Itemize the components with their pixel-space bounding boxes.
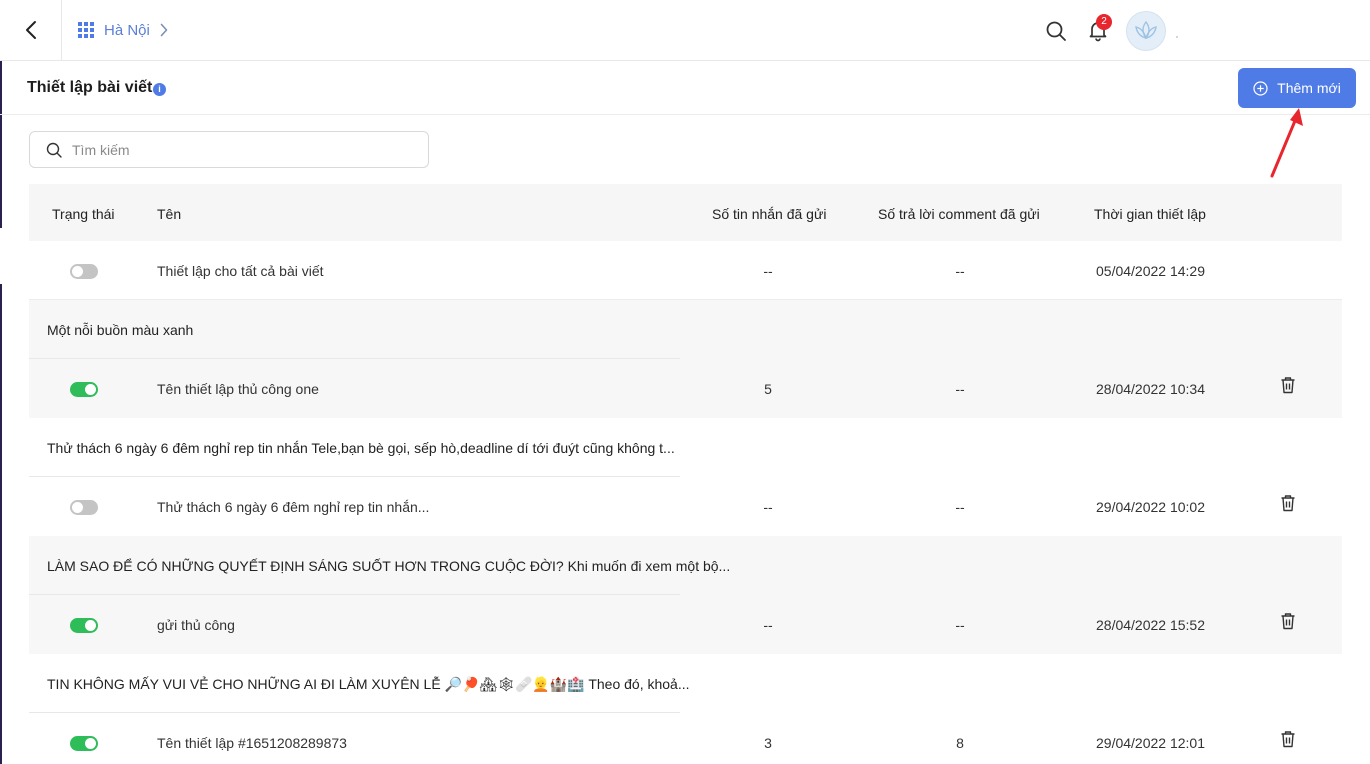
setting-name: Thiết lập cho tất cả bài viết <box>157 263 324 279</box>
avatar-indicator <box>1176 36 1178 38</box>
table-row[interactable]: Thiết lập cho tất cả bài viết -- -- 05/0… <box>29 241 1342 300</box>
status-toggle[interactable] <box>70 264 98 279</box>
column-status: Trạng thái <box>52 206 115 222</box>
settings-table: Trạng thái Tên Số tin nhắn đã gửi Số trả… <box>29 184 1342 764</box>
trash-icon[interactable] <box>1280 730 1296 748</box>
add-new-label: Thêm mới <box>1277 80 1341 96</box>
sent-count: -- <box>763 499 773 515</box>
table-row[interactable]: Thử thách 6 ngày 6 đêm nghỉ rep tin nhắn… <box>29 477 1342 536</box>
post-title: Thử thách 6 ngày 6 đêm nghỉ rep tin nhắn… <box>47 440 675 456</box>
plus-circle-icon <box>1253 80 1268 96</box>
search-icon <box>46 142 62 158</box>
post-title: LÀM SAO ĐỂ CÓ NHỮNG QUYẾT ĐỊNH SÁNG SUỐT… <box>47 558 731 574</box>
back-button[interactable] <box>0 0 62 60</box>
setting-name: gửi thủ công <box>157 617 235 633</box>
search-input[interactable] <box>72 141 392 158</box>
status-toggle[interactable] <box>70 500 98 515</box>
table-row[interactable]: Tên thiết lập thủ công one 5 -- 28/04/20… <box>29 359 1342 418</box>
sent-count: -- <box>763 617 773 633</box>
table-row[interactable]: Tên thiết lập #1651208289873 3 8 29/04/2… <box>29 713 1342 764</box>
status-toggle[interactable] <box>70 382 98 397</box>
info-icon[interactable]: i <box>153 83 166 96</box>
setup-time: 29/04/2022 10:02 <box>1096 499 1205 515</box>
reply-count: -- <box>955 263 965 279</box>
setup-time: 05/04/2022 14:29 <box>1096 263 1205 279</box>
top-bar: Hà Nội 2 <box>0 0 1370 61</box>
setup-time: 28/04/2022 15:52 <box>1096 617 1205 633</box>
trash-icon[interactable] <box>1280 494 1296 512</box>
column-sent: Số tin nhắn đã gửi <box>712 206 827 222</box>
post-title: Một nỗi buồn màu xanh <box>47 322 194 338</box>
avatar[interactable] <box>1126 11 1166 51</box>
status-toggle[interactable] <box>70 618 98 633</box>
post-group-header: LÀM SAO ĐỂ CÓ NHỮNG QUYẾT ĐỊNH SÁNG SUỐT… <box>29 536 1342 595</box>
page-header: Thiết lập bài viết i Thêm mới <box>0 61 1370 115</box>
sent-count: -- <box>763 263 773 279</box>
sent-count: 5 <box>764 381 772 397</box>
trash-icon[interactable] <box>1280 612 1296 630</box>
reply-count: -- <box>955 381 965 397</box>
search-icon[interactable] <box>1045 20 1067 42</box>
post-title: TIN KHÔNG MẤY VUI VẺ CHO NHỮNG AI ĐI LÀM… <box>47 676 690 692</box>
column-name: Tên <box>157 206 182 222</box>
status-toggle[interactable] <box>70 736 98 751</box>
trash-icon[interactable] <box>1280 376 1296 394</box>
annotation-arrow <box>1270 108 1303 178</box>
notification-badge: 2 <box>1096 14 1112 30</box>
breadcrumb-location[interactable]: Hà Nội <box>104 22 150 39</box>
reply-count: -- <box>955 499 965 515</box>
table-header: Trạng thái Tên Số tin nhắn đã gửi Số trả… <box>29 184 1342 241</box>
chevron-right-icon <box>160 23 168 37</box>
reply-count: 8 <box>956 735 964 751</box>
sent-count: 3 <box>764 735 772 751</box>
column-time: Thời gian thiết lập <box>1094 206 1206 222</box>
breadcrumb[interactable]: Hà Nội <box>78 19 168 41</box>
setting-name: Tên thiết lập thủ công one <box>157 381 319 397</box>
post-group-header: Thử thách 6 ngày 6 đêm nghỉ rep tin nhắn… <box>29 418 1342 477</box>
table-row[interactable]: gửi thủ công -- -- 28/04/2022 15:52 <box>29 595 1342 654</box>
add-new-button[interactable]: Thêm mới <box>1238 68 1356 108</box>
reply-count: -- <box>955 617 965 633</box>
page-title: Thiết lập bài viết <box>27 79 153 96</box>
search-field[interactable] <box>29 131 429 168</box>
setting-name: Thử thách 6 ngày 6 đêm nghỉ rep tin nhắn… <box>157 499 430 515</box>
column-replies: Số trả lời comment đã gửi <box>878 206 1040 222</box>
setup-time: 28/04/2022 10:34 <box>1096 381 1205 397</box>
chevron-left-icon <box>25 21 36 39</box>
apps-grid-icon <box>78 22 94 38</box>
post-group-header: TIN KHÔNG MẤY VUI VẺ CHO NHỮNG AI ĐI LÀM… <box>29 654 1342 713</box>
post-group-header: Một nỗi buồn màu xanh <box>29 300 1342 359</box>
setting-name: Tên thiết lập #1651208289873 <box>157 735 347 751</box>
lotus-logo-icon <box>1135 20 1157 40</box>
setup-time: 29/04/2022 12:01 <box>1096 735 1205 751</box>
